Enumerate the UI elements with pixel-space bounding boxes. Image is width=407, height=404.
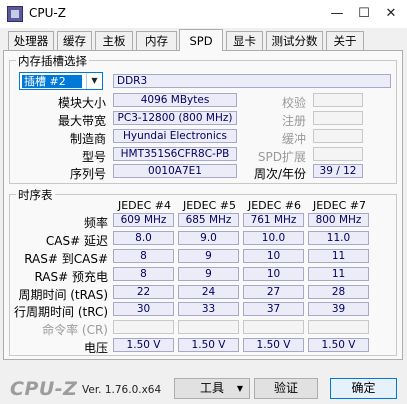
max-bandwidth-label: 最大带宽 [57, 114, 106, 128]
timing-table-title: 时序表 [16, 187, 55, 203]
frequency-value: 761 MHz [243, 213, 304, 227]
timing-column-header: JEDEC #5 [182, 199, 236, 212]
close-button[interactable]: ✕ [380, 4, 402, 24]
timing-column-header: JEDEC #4 [117, 199, 171, 212]
tras-value: 22 [113, 285, 174, 299]
week-year-value: 39 / 12 [313, 164, 363, 178]
ras-precharge-value: 9 [178, 267, 239, 281]
chevron-down-icon: ▼ [236, 384, 243, 393]
voltage-value: 1.50 V [178, 338, 239, 352]
window-title: CPU-Z [29, 6, 66, 20]
trc-value: 30 [113, 302, 174, 316]
trc-value: 33 [178, 302, 239, 316]
tras-value: 24 [178, 285, 239, 299]
serial-number-label: 序列号 [69, 167, 106, 181]
manufacturer-value: Hyundai Electronics [113, 129, 237, 143]
timing-column-header: JEDEC #7 [312, 199, 366, 212]
frequency-value: 800 MHz [308, 213, 369, 227]
minimize-button[interactable]: — [326, 4, 348, 24]
tras-label: 周期时间 (tRAS) [18, 288, 108, 302]
voltage-value: 1.50 V [308, 338, 369, 352]
tab-about[interactable]: 关于 [326, 31, 364, 50]
ras-precharge-value: 8 [113, 267, 174, 281]
command-rate-value [308, 320, 369, 334]
timing-column-header: JEDEC #6 [247, 199, 301, 212]
serial-number-value: 0010A7E1 [113, 164, 237, 178]
cas-latency-value: 9.0 [178, 231, 239, 245]
trc-value: 39 [308, 302, 369, 316]
tab-bench[interactable]: 测试分数 [266, 31, 323, 50]
version-label: Ver. 1.76.0.x64 [82, 384, 162, 396]
slot-dropdown[interactable]: 插槽 #2 ▼ [19, 72, 103, 90]
max-bandwidth-value: PC3-12800 (800 MHz) [113, 111, 237, 125]
command-rate-value [178, 320, 239, 334]
tab-memory[interactable]: 内存 [136, 31, 177, 50]
memory-type-value: DDR3 [113, 74, 391, 88]
voltage-label: 电压 [83, 341, 108, 355]
cpu-z-logo: CPU-Z [10, 378, 78, 400]
tab-mainboard[interactable]: 主板 [95, 31, 133, 50]
ras-to-cas-value: 11 [308, 249, 369, 263]
manufacturer-label: 制造商 [69, 132, 106, 146]
tools-button-label: 工具 [199, 381, 224, 395]
ras-precharge-label: RAS# 预充电 [34, 270, 108, 284]
cas-latency-value: 8.0 [113, 231, 174, 245]
frequency-value: 609 MHz [113, 213, 174, 227]
ras-to-cas-value: 8 [113, 249, 174, 263]
buffered-value [313, 129, 363, 143]
tab-baseline [3, 50, 179, 51]
command-rate-value [243, 320, 304, 334]
buffered-label: 缓冲 [281, 132, 306, 146]
registered-value [313, 111, 363, 125]
slot-dropdown-value: 插槽 #2 [22, 75, 82, 88]
ras-to-cas-value: 10 [243, 249, 304, 263]
trc-value: 37 [243, 302, 304, 316]
cas-latency-value: 11.0 [308, 231, 369, 245]
tab-baseline [223, 50, 403, 51]
ras-to-cas-label: RAS# 到CAS# [24, 252, 108, 266]
registered-label: 注册 [281, 114, 306, 128]
tools-button[interactable]: 工具 ▼ [174, 378, 250, 399]
ecc-value [313, 93, 363, 107]
tab-cache[interactable]: 缓存 [57, 31, 92, 50]
week-year-label: 周次/年份 [253, 167, 306, 181]
part-number-label: 型号 [81, 150, 106, 164]
voltage-value: 1.50 V [113, 338, 174, 352]
ok-button[interactable]: 确定 [330, 378, 397, 399]
cas-latency-value: 10.0 [243, 231, 304, 245]
maximize-button[interactable]: ☐ [353, 4, 375, 24]
memory-slot-group-title: 内存插槽选择 [16, 53, 89, 69]
command-rate-label: 命令率 (CR) [42, 323, 108, 337]
frequency-value: 685 MHz [178, 213, 239, 227]
tab-processor[interactable]: 处理器 [8, 31, 54, 50]
tras-value: 28 [308, 285, 369, 299]
command-rate-value [113, 320, 174, 334]
voltage-value: 1.50 V [243, 338, 304, 352]
ras-precharge-value: 10 [243, 267, 304, 281]
ras-precharge-value: 11 [308, 267, 369, 281]
tras-value: 27 [243, 285, 304, 299]
spd-ext-value [313, 147, 363, 161]
tab-graphics[interactable]: 显卡 [226, 31, 263, 50]
ecc-label: 校验 [281, 96, 306, 110]
part-number-value: HMT351S6CFR8C-PB [113, 147, 237, 161]
tab-spd[interactable]: SPD [179, 29, 223, 51]
spd-ext-label: SPD扩展 [257, 150, 306, 164]
cas-latency-label: CAS# 延迟 [45, 234, 108, 248]
module-size-label: 模块大小 [57, 96, 106, 110]
chevron-down-icon: ▼ [86, 73, 102, 89]
frequency-label: 频率 [83, 216, 108, 230]
ras-to-cas-value: 9 [178, 249, 239, 263]
validate-button[interactable]: 验证 [254, 378, 318, 399]
cpu-z-app-icon [7, 6, 23, 22]
module-size-value: 4096 MBytes [113, 93, 237, 107]
trc-label: 行周期时间 (tRC) [14, 305, 109, 319]
